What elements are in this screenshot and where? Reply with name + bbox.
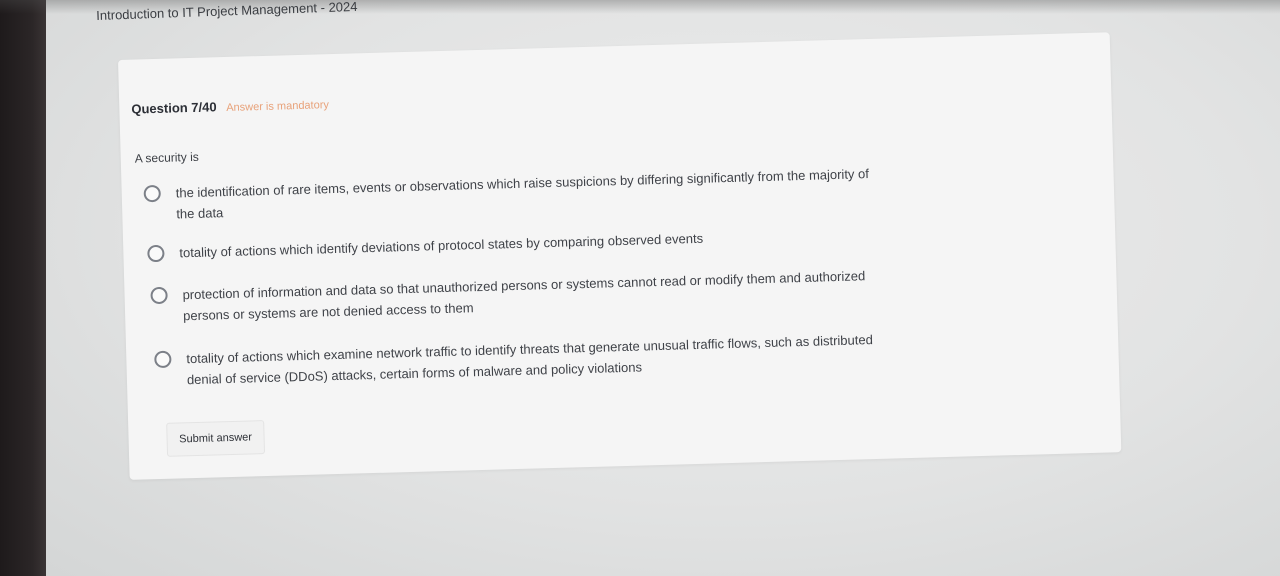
submit-answer-button[interactable]: Submit answer [166, 420, 266, 457]
answer-option-1[interactable]: the identification of rare items, events… [143, 163, 876, 225]
question-text: A security is [134, 149, 199, 166]
radio-button[interactable] [143, 184, 161, 203]
answer-option-label: the identification of rare items, events… [175, 166, 870, 222]
answer-option-4[interactable]: totality of actions which examine networ… [154, 329, 887, 391]
monitor-bezel [0, 0, 46, 576]
answer-option-3[interactable]: protection of information and data so th… [150, 265, 883, 327]
radio-button[interactable] [150, 286, 168, 305]
answer-option-label: totality of actions which identify devia… [179, 230, 704, 261]
answer-option-label: protection of information and data so th… [182, 268, 866, 324]
radio-button[interactable] [147, 244, 165, 263]
answer-option-label: totality of actions which examine networ… [186, 332, 874, 388]
radio-button[interactable] [154, 350, 172, 369]
question-header: Question 7/40 Answer is mandatory [131, 96, 329, 117]
answer-option-2[interactable]: totality of actions which identify devia… [147, 223, 879, 264]
question-number: Question 7/40 [131, 99, 217, 117]
question-card: Question 7/40 Answer is mandatory A secu… [118, 32, 1122, 480]
mandatory-notice: Answer is mandatory [226, 99, 330, 114]
